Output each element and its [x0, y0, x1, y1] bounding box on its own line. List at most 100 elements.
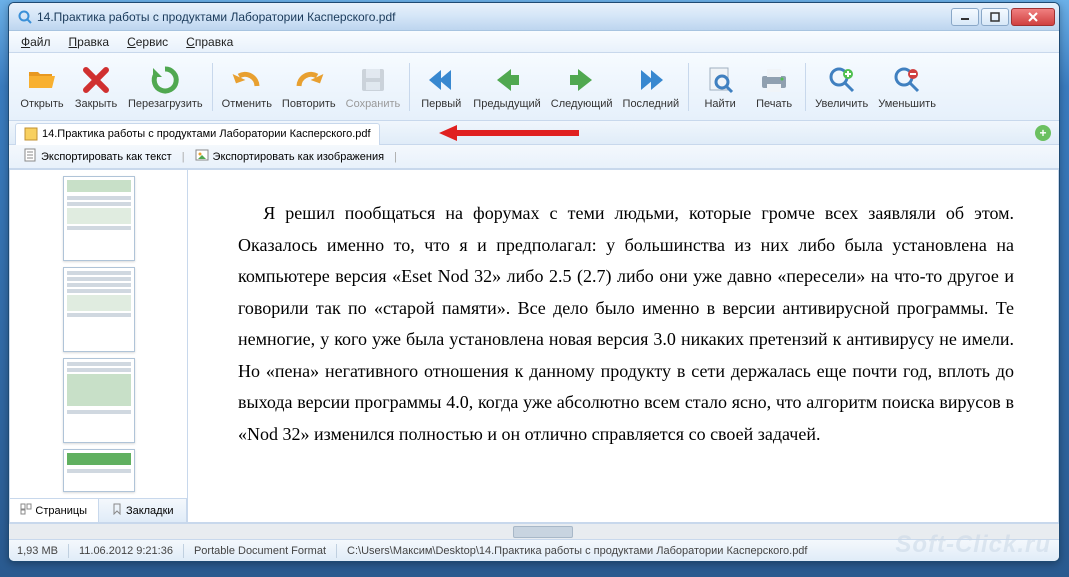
export-images-button[interactable]: Экспортировать как изображения [189, 146, 391, 167]
menu-service[interactable]: Сервис [119, 33, 176, 51]
pages-icon [20, 503, 32, 518]
first-icon [425, 64, 457, 96]
separator: | [182, 151, 185, 163]
annotation-arrow [439, 125, 579, 144]
close-button[interactable] [1011, 8, 1055, 26]
last-page-button[interactable]: Последний [618, 57, 685, 117]
toolbar-separator [409, 63, 410, 111]
page-thumbnail[interactable] [63, 176, 135, 261]
toolbar-label: Увеличить [815, 98, 868, 110]
close-x-icon [80, 64, 112, 96]
export-bar: Экспортировать как текст | Экспортироват… [9, 145, 1059, 169]
toolbar-label: Сохранить [346, 98, 401, 110]
status-format: Portable Document Format [194, 545, 326, 557]
redo-button[interactable]: Повторить [277, 57, 341, 117]
print-button[interactable]: Печать [747, 57, 801, 117]
reload-icon [149, 64, 181, 96]
prev-page-button[interactable]: Предыдущий [468, 57, 545, 117]
horizontal-scrollbar[interactable] [9, 523, 1059, 539]
next-page-button[interactable]: Следующий [546, 57, 618, 117]
window-title: 14.Практика работы с продуктами Лаборато… [37, 10, 951, 24]
toolbar-label: Печать [756, 98, 792, 110]
toolbar-label: Открыть [20, 98, 63, 110]
find-button[interactable]: Найти [693, 57, 747, 117]
pdf-icon [24, 127, 38, 141]
folder-open-icon [26, 64, 58, 96]
titlebar: 14.Практика работы с продуктами Лаборато… [9, 3, 1059, 31]
close-doc-button[interactable]: Закрыть [69, 57, 123, 117]
save-icon [357, 64, 389, 96]
export-image-icon [195, 148, 209, 165]
page-thumbnail[interactable] [63, 358, 135, 443]
toolbar-label: Закрыть [75, 98, 117, 110]
toolbar-label: Уменьшить [878, 98, 936, 110]
undo-button[interactable]: Отменить [217, 57, 277, 117]
reload-button[interactable]: Перезагрузить [123, 57, 208, 117]
document-tabbar: 14.Практика работы с продуктами Лаборато… [9, 121, 1059, 145]
open-button[interactable]: Открыть [15, 57, 69, 117]
export-images-label: Экспортировать как изображения [213, 151, 385, 163]
toolbar-separator [688, 63, 689, 111]
toolbar-separator [805, 63, 806, 111]
tab-label: 14.Практика работы с продуктами Лаборато… [42, 128, 371, 140]
document-tab[interactable]: 14.Практика работы с продуктами Лаборато… [15, 123, 380, 145]
toolbar-label: Перезагрузить [128, 98, 203, 110]
page-content: Я решил пообщаться на форумах с теми люд… [212, 182, 1034, 510]
window-controls [951, 8, 1055, 26]
save-button: Сохранить [341, 57, 406, 117]
toolbar-separator [212, 63, 213, 111]
next-icon [566, 64, 598, 96]
last-icon [635, 64, 667, 96]
statusbar: 1,93 MB 11.06.2012 9:21:36 Portable Docu… [9, 539, 1059, 561]
page-thumbnail[interactable] [63, 449, 135, 492]
page-thumbnail[interactable] [63, 267, 135, 352]
export-text-button[interactable]: Экспортировать как текст [17, 146, 178, 167]
toolbar-label: Предыдущий [473, 98, 540, 110]
scrollbar-thumb[interactable] [513, 526, 573, 538]
toolbar-label: Первый [421, 98, 461, 110]
menubar: Файл Правка Сервис Справка [9, 31, 1059, 53]
export-text-label: Экспортировать как текст [41, 151, 172, 163]
toolbar-label: Повторить [282, 98, 336, 110]
separator [336, 544, 337, 558]
toolbar-label: Найти [704, 98, 735, 110]
menu-edit[interactable]: Правка [61, 33, 118, 51]
toolbar-label: Следующий [551, 98, 613, 110]
sidebar-tabs: Страницы Закладки [10, 498, 187, 522]
app-window: 14.Практика работы с продуктами Лаборато… [8, 2, 1060, 562]
zoom-in-button[interactable]: Увеличить [810, 57, 873, 117]
app-icon [17, 9, 33, 25]
undo-icon [231, 64, 263, 96]
document-view[interactable]: Я решил пообщаться на форумах с теми люд… [188, 170, 1058, 522]
menu-file[interactable]: Файл [13, 33, 59, 51]
content-area: Страницы Закладки Я решил пообщаться на … [9, 169, 1059, 523]
search-icon [704, 64, 736, 96]
status-path: C:\Users\Максим\Desktop\14.Практика рабо… [347, 545, 807, 557]
first-page-button[interactable]: Первый [414, 57, 468, 117]
menu-help[interactable]: Справка [178, 33, 241, 51]
toolbar-label: Последний [623, 98, 680, 110]
redo-icon [293, 64, 325, 96]
document-paragraph: Я решил пообщаться на форумах с теми люд… [238, 198, 1014, 450]
prev-icon [491, 64, 523, 96]
separator [68, 544, 69, 558]
status-size: 1,93 MB [17, 545, 58, 557]
export-text-icon [23, 148, 37, 165]
status-date: 11.06.2012 9:21:36 [79, 545, 173, 557]
minimize-button[interactable] [951, 8, 979, 26]
zoom-out-button[interactable]: Уменьшить [873, 57, 941, 117]
new-tab-button[interactable]: + [1035, 125, 1051, 141]
separator [183, 544, 184, 558]
tab-bookmarks[interactable]: Закладки [99, 499, 188, 522]
thumbnail-panel: Страницы Закладки [10, 170, 188, 522]
tab-pages[interactable]: Страницы [10, 499, 99, 522]
maximize-button[interactable] [981, 8, 1009, 26]
separator: | [394, 151, 397, 163]
zoom-out-icon [891, 64, 923, 96]
tab-pages-label: Страницы [35, 505, 87, 517]
toolbar-label: Отменить [222, 98, 272, 110]
zoom-in-icon [826, 64, 858, 96]
thumbnail-list[interactable] [10, 170, 187, 498]
bookmark-icon [111, 503, 123, 518]
toolbar: Открыть Закрыть Перезагрузить Отменить П… [9, 53, 1059, 121]
